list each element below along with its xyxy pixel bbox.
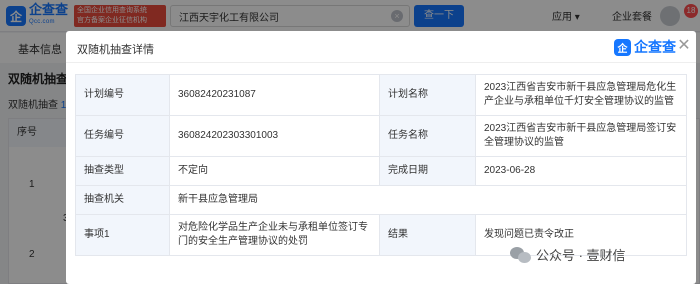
close-icon[interactable]: ✕ xyxy=(676,38,692,54)
watermark-text: 公众号 · 壹财信 xyxy=(536,248,626,263)
label-result: 结果 xyxy=(379,214,476,256)
value-task-name: 2023江西省吉安市新干县应急管理局签订安全管理协议的监管 xyxy=(475,115,687,157)
label-item-1: 事项1 xyxy=(75,214,170,256)
modal-logo: 企 企查查 xyxy=(614,38,676,56)
label-plan-no: 计划编号 xyxy=(75,74,170,116)
value-plan-name: 2023江西省吉安市新干县应急管理局危化生产企业与承租单位千灯安全管理协议的监管 xyxy=(475,74,687,116)
watermark: 公众号 · 壹财信 xyxy=(510,245,626,264)
table-row: 抽查类型 不定向 完成日期 2023-06-28 xyxy=(75,156,687,186)
label-task-name: 任务名称 xyxy=(379,115,476,157)
label-plan-name: 计划名称 xyxy=(379,74,476,116)
wechat-icon xyxy=(510,246,532,263)
value-check-authority: 新干县应急管理局 xyxy=(169,185,687,215)
modal-title: 双随机抽查详情 xyxy=(77,44,154,56)
value-finish-date: 2023-06-28 xyxy=(475,156,687,186)
value-plan-no: 36082420231087 xyxy=(169,74,380,116)
table-row: 任务编号 360824202303301003 任务名称 2023江西省吉安市新… xyxy=(75,115,687,157)
modal-logo-text: 企查查 xyxy=(634,39,676,55)
table-row: 计划编号 36082420231087 计划名称 2023江西省吉安市新干县应急… xyxy=(75,74,687,116)
label-check-authority: 抽查机关 xyxy=(75,185,170,215)
label-task-no: 任务编号 xyxy=(75,115,170,157)
value-task-no: 360824202303301003 xyxy=(169,115,380,157)
modal-header: 双随机抽查详情 企 企查查 ✕ xyxy=(66,31,696,63)
label-check-type: 抽查类型 xyxy=(75,156,170,186)
value-item-1: 对危险化学品生产企业未与承租单位签订专门的安全生产管理协议的处罚 xyxy=(169,214,380,256)
logo-icon: 企 xyxy=(614,38,631,56)
table-row: 抽查机关 新干县应急管理局 xyxy=(75,185,687,215)
label-finish-date: 完成日期 xyxy=(379,156,476,186)
value-check-type: 不定向 xyxy=(169,156,380,186)
detail-table: 计划编号 36082420231087 计划名称 2023江西省吉安市新干县应急… xyxy=(75,74,687,256)
